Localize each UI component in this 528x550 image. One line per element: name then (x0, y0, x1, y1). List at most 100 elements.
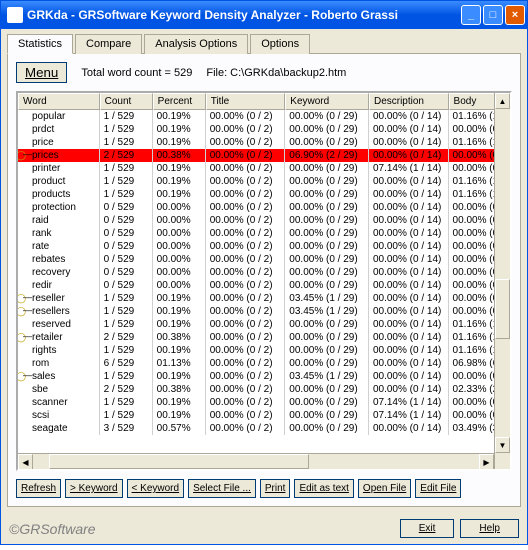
column-header-word[interactable]: Word (18, 93, 100, 110)
keyword-button[interactable]: > Keyword (65, 479, 123, 498)
table-row[interactable]: sales1 / 52900.19%00.00% (0 / 2)03.45% (… (18, 370, 510, 383)
table-row[interactable]: retailer2 / 52900.38%00.00% (0 / 2)00.00… (18, 331, 510, 344)
table-row[interactable]: sbe2 / 52900.38%00.00% (0 / 2)00.00% (0 … (18, 383, 510, 396)
table-row[interactable]: scsi1 / 52900.19%00.00% (0 / 2)00.00% (0… (18, 409, 510, 422)
table-row[interactable]: rom6 / 52901.13%00.00% (0 / 2)00.00% (0 … (18, 357, 510, 370)
close-button[interactable]: × (505, 5, 525, 25)
table-row[interactable]: redir0 / 52900.00%00.00% (0 / 2)00.00% (… (18, 279, 510, 292)
table-row[interactable]: popular1 / 52900.19%00.00% (0 / 2)00.00%… (18, 110, 510, 123)
tab-statistics[interactable]: Statistics (7, 34, 73, 54)
column-header-description[interactable]: Description (369, 93, 449, 110)
table-row[interactable]: rights1 / 52900.19%00.00% (0 / 2)00.00% … (18, 344, 510, 357)
table-row[interactable]: reseller1 / 52900.19%00.00% (0 / 2)03.45… (18, 292, 510, 305)
column-header-keyword[interactable]: Keyword (285, 93, 369, 110)
cell: 00.00% (0 / 2) (206, 331, 286, 344)
refresh-button[interactable]: Refresh (16, 479, 61, 498)
cell: 00.00% (153, 227, 206, 240)
copyright-label: ©GRSoftware (9, 521, 394, 537)
table-row[interactable]: rebates0 / 52900.00%00.00% (0 / 2)00.00%… (18, 253, 510, 266)
table-row[interactable]: raid0 / 52900.00%00.00% (0 / 2)00.00% (0… (18, 214, 510, 227)
footer: ©GRSoftware Exit Help (1, 513, 527, 544)
hscroll-thumb[interactable] (49, 454, 309, 469)
keyword-button[interactable]: < Keyword (127, 479, 185, 498)
titlebar[interactable]: GRKda - GRSoftware Keyword Density Analy… (1, 1, 527, 29)
scroll-down-button[interactable]: ▼ (495, 437, 510, 453)
table-row[interactable]: price1 / 52900.19%00.00% (0 / 2)00.00% (… (18, 136, 510, 149)
cell: 0 / 529 (100, 240, 153, 253)
cell: 00.00% (0 / 29) (285, 409, 369, 422)
table-row[interactable]: printer1 / 52900.19%00.00% (0 / 2)00.00%… (18, 162, 510, 175)
minimize-button[interactable]: _ (461, 5, 481, 25)
cell: 00.00% (0 / 14) (369, 136, 449, 149)
cell: 2 / 529 (100, 383, 153, 396)
cell: 00.00% (153, 266, 206, 279)
edit-file-button[interactable]: Edit File (415, 479, 461, 498)
print-button[interactable]: Print (260, 479, 291, 498)
tab-options[interactable]: Options (250, 34, 310, 54)
cell: 00.00% (0 / 29) (285, 162, 369, 175)
cell: prices (18, 149, 100, 162)
cell: 00.38% (153, 331, 206, 344)
table-row[interactable]: protection0 / 52900.00%00.00% (0 / 2)00.… (18, 201, 510, 214)
table-row[interactable]: scanner1 / 52900.19%00.00% (0 / 2)00.00%… (18, 396, 510, 409)
horizontal-scrollbar[interactable]: ◀ ▶ (18, 453, 494, 469)
cell: 00.00% (0 / 29) (285, 383, 369, 396)
cell: 00.00% (0 / 29) (285, 175, 369, 188)
scroll-left-button[interactable]: ◀ (18, 454, 33, 470)
cell: 00.00% (0 / 14) (369, 110, 449, 123)
help-button[interactable]: Help (460, 519, 519, 538)
cell: 00.00% (0 / 14) (369, 370, 449, 383)
tab-compare[interactable]: Compare (75, 34, 142, 54)
cell: 00.38% (153, 383, 206, 396)
scroll-right-button[interactable]: ▶ (479, 454, 494, 470)
table-row[interactable]: rate0 / 52900.00%00.00% (0 / 2)00.00% (0… (18, 240, 510, 253)
table-row[interactable]: resellers1 / 52900.19%00.00% (0 / 2)03.4… (18, 305, 510, 318)
scroll-up-button[interactable]: ▲ (495, 93, 510, 109)
cell: 0 / 529 (100, 214, 153, 227)
scroll-thumb[interactable] (495, 279, 510, 339)
cell: seagate (18, 422, 100, 435)
cell: product (18, 175, 100, 188)
cell: resellers (18, 305, 100, 318)
exit-button[interactable]: Exit (400, 519, 455, 538)
cell: 00.57% (153, 422, 206, 435)
select-file-button[interactable]: Select File ... (188, 479, 256, 498)
table-row[interactable]: reserved1 / 52900.19%00.00% (0 / 2)00.00… (18, 318, 510, 331)
table-row[interactable]: products1 / 52900.19%00.00% (0 / 2)00.00… (18, 188, 510, 201)
cell: 1 / 529 (100, 344, 153, 357)
cell: 00.19% (153, 123, 206, 136)
cell: 00.00% (0 / 14) (369, 266, 449, 279)
menu-button[interactable]: Menu (16, 62, 67, 83)
column-header-percent[interactable]: Percent (153, 93, 206, 110)
table-row[interactable]: recovery0 / 52900.00%00.00% (0 / 2)00.00… (18, 266, 510, 279)
cell: 00.19% (153, 188, 206, 201)
cell: 00.00% (0 / 29) (285, 357, 369, 370)
vertical-scrollbar[interactable]: ▲ ▼ (494, 93, 510, 469)
cell: protection (18, 201, 100, 214)
cell: 00.00% (0 / 29) (285, 331, 369, 344)
maximize-button[interactable]: □ (483, 5, 503, 25)
cell: 2 / 529 (100, 149, 153, 162)
column-header-count[interactable]: Count (100, 93, 153, 110)
cell: 00.00% (0 / 29) (285, 396, 369, 409)
cell: 00.00% (153, 253, 206, 266)
table-row[interactable]: rank0 / 52900.00%00.00% (0 / 2)00.00% (0… (18, 227, 510, 240)
cell: 00.00% (0 / 14) (369, 214, 449, 227)
keyword-badge-icon (18, 332, 26, 342)
table-row[interactable]: prdct1 / 52900.19%00.00% (0 / 2)00.00% (… (18, 123, 510, 136)
column-header-title[interactable]: Title (206, 93, 286, 110)
cell: 00.00% (0 / 14) (369, 318, 449, 331)
data-grid[interactable]: WordCountPercentTitleKeywordDescriptionB… (16, 91, 512, 471)
cell: raid (18, 214, 100, 227)
cell: 00.00% (0 / 2) (206, 162, 286, 175)
tab-analysis-options[interactable]: Analysis Options (144, 34, 248, 54)
cell: 00.00% (0 / 2) (206, 305, 286, 318)
table-row[interactable]: product1 / 52900.19%00.00% (0 / 2)00.00%… (18, 175, 510, 188)
open-file-button[interactable]: Open File (358, 479, 411, 498)
table-row[interactable]: seagate3 / 52900.57%00.00% (0 / 2)00.00%… (18, 422, 510, 435)
edit-as-text-button[interactable]: Edit as text (294, 479, 353, 498)
window-title: GRKda - GRSoftware Keyword Density Analy… (27, 8, 461, 22)
cell: 00.00% (0 / 29) (285, 214, 369, 227)
cell: 00.00% (0 / 14) (369, 292, 449, 305)
table-row[interactable]: prices2 / 52900.38%00.00% (0 / 2)06.90% … (18, 149, 510, 162)
